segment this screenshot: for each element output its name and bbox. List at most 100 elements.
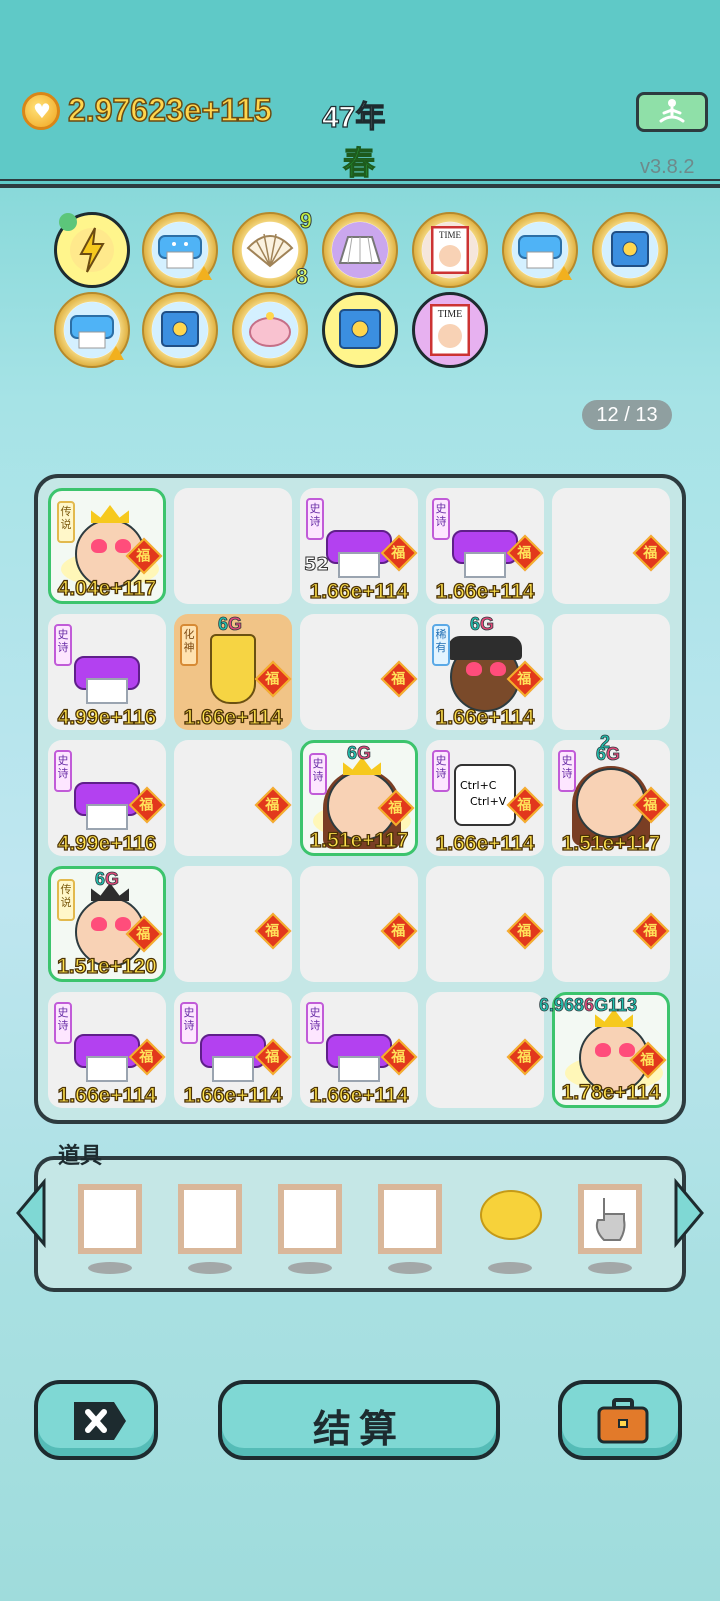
inventory-slot-skirt[interactable] <box>322 212 398 288</box>
version-label: v3.8.2 <box>640 156 695 178</box>
fortune-badge: 福 <box>254 786 292 824</box>
close-icon <box>74 1402 126 1440</box>
board-cell-empty[interactable] <box>552 614 670 730</box>
inventory-slot-time-magazine-2[interactable]: TIME <box>412 292 488 368</box>
board-cell[interactable]: 福 <box>174 740 292 856</box>
inventory-slot-safe[interactable] <box>592 212 668 288</box>
inventory-slot-printer[interactable] <box>142 212 218 288</box>
arrow-left-icon <box>16 1177 46 1249</box>
safe-icon <box>152 302 208 358</box>
rarity-tag-epic: 史诗 <box>54 624 72 666</box>
lightning-icon <box>70 227 114 273</box>
inventory-slot-lightning[interactable] <box>54 212 130 288</box>
warning-icon <box>196 266 212 280</box>
rarity-tag-epic: 史诗 <box>558 750 576 792</box>
fortune-badge: 福 <box>632 534 670 572</box>
cell-value: 4.99e+116 <box>57 831 157 855</box>
cell-value: 1.66e+114 <box>309 579 409 603</box>
rarity-tag-epic: 史诗 <box>309 753 327 795</box>
rarity-tag-epic: 史诗 <box>54 750 72 792</box>
warning-icon <box>556 266 572 280</box>
board-cell[interactable]: 史诗 福 4.99e+116 <box>48 740 166 856</box>
scroll-right-button[interactable] <box>672 1177 706 1249</box>
board-cell[interactable]: 福 <box>552 866 670 982</box>
board-cell[interactable]: 福 <box>552 488 670 604</box>
slot-shadow <box>588 1262 632 1274</box>
inventory-slot-printer-3[interactable] <box>54 292 130 368</box>
board-cell[interactable]: 福 <box>174 866 292 982</box>
board-cell[interactable]: 史诗 52 福 1.66e+114 <box>300 488 418 604</box>
cancel-button[interactable] <box>34 1380 158 1460</box>
board-cell[interactable]: 史诗 福 1.66e+114 <box>426 488 544 604</box>
fortune-badge: 福 <box>254 660 292 698</box>
scroll-left-button[interactable] <box>14 1177 48 1249</box>
rarity-tag-epic: 史诗 <box>432 498 450 540</box>
rarity-tag-god: 化神 <box>180 624 198 666</box>
board-cell[interactable]: 稀有 6G 福 1.66e+114 <box>426 614 544 730</box>
skirt-icon <box>332 222 388 278</box>
slot-shadow <box>288 1262 332 1274</box>
fortune-badge: 福 <box>506 912 544 950</box>
printer-character <box>70 648 144 704</box>
slot-shadow <box>188 1262 232 1274</box>
top-bar: ♥ 2.97623e+115 47年 春 v3.8.2 <box>0 0 720 188</box>
prop-slot-empty[interactable] <box>78 1184 142 1254</box>
gold-piggy-bank-icon[interactable] <box>480 1190 542 1240</box>
inventory-slot-piggy-bank[interactable] <box>232 292 308 368</box>
cell-value: 4.04e+117 <box>57 576 157 600</box>
piggy-bank-icon <box>242 302 298 358</box>
game-board: 传说 福 4.04e+117 史诗 52 福 1.66e+114 史诗 福 1.… <box>34 474 686 1124</box>
cell-value: 1.51e+120 <box>56 954 157 978</box>
cell-value: 1.66e+114 <box>435 831 535 855</box>
prop-slot-empty[interactable] <box>278 1184 342 1254</box>
board-cell[interactable]: 史诗 2 6G 福 1.51e+117 <box>552 732 670 856</box>
prop-slot-empty[interactable] <box>378 1184 442 1254</box>
rarity-tag-epic: 史诗 <box>54 1002 72 1044</box>
pin-icon <box>59 213 77 231</box>
slot-shadow <box>388 1262 432 1274</box>
cell-value: 1.78e+114 <box>561 1080 661 1104</box>
board-cell[interactable]: 6.9686G113 福 1.78e+114 <box>539 992 670 1108</box>
slot-shadow <box>88 1262 132 1274</box>
safe-icon <box>339 309 381 349</box>
fortune-badge: 福 <box>380 660 418 698</box>
settle-button[interactable]: 结算 <box>218 1380 500 1460</box>
pointing-hand-icon <box>595 1198 626 1241</box>
board-cell[interactable]: 传说 6G 福 1.51e+120 <box>48 866 166 982</box>
svg-text:TIME: TIME <box>438 309 462 320</box>
level-tag: 6G <box>596 744 621 765</box>
season-label: 春 <box>342 145 376 182</box>
board-cell[interactable]: 福 <box>426 866 544 982</box>
board-cell-empty[interactable] <box>174 488 292 604</box>
board-cell[interactable]: 史诗 6G 福 1.51e+117 <box>300 740 418 856</box>
fortune-badge: 福 <box>506 1038 544 1076</box>
time-magazine-icon: TIME <box>430 304 470 356</box>
board-cell[interactable]: 史诗 福 1.66e+114 <box>174 992 292 1108</box>
cell-value: 1.51e+117 <box>561 831 661 855</box>
board-cell[interactable]: 史诗 4.99e+116 <box>48 614 166 730</box>
board-cell[interactable]: 史诗 福 1.66e+114 <box>48 992 166 1108</box>
board-cell[interactable]: 史诗 福 1.66e+114 <box>300 992 418 1108</box>
inventory-slot-shell[interactable]: 9 8 <box>232 208 313 290</box>
prop-slot-hand[interactable] <box>578 1184 642 1254</box>
board-cell[interactable]: Ctrl+C Ctrl+V 史诗 福 1.66e+114 <box>426 740 544 856</box>
board-cell[interactable]: 福 <box>300 614 418 730</box>
board-cell[interactable]: 福 <box>426 992 544 1108</box>
inventory-slot-time-magazine[interactable]: TIME <box>412 212 488 288</box>
board-cell[interactable]: 传说 福 4.04e+117 <box>48 488 166 604</box>
svg-text:TIME: TIME <box>439 230 461 240</box>
inventory-slot-safe-2[interactable] <box>142 292 218 368</box>
value-overlay: 6.9686G113 <box>539 995 638 1016</box>
bag-button[interactable] <box>558 1380 682 1460</box>
fortune-badge: 福 <box>632 912 670 950</box>
board-cell[interactable]: 化神 6G 福 1.66e+114 <box>174 614 292 730</box>
inventory-slot-safe-3[interactable] <box>322 292 398 368</box>
prop-slot-empty[interactable] <box>178 1184 242 1254</box>
pointing-hand-character <box>210 634 256 704</box>
board-cell[interactable]: 福 <box>300 866 418 982</box>
year-label: 47年 <box>321 100 386 134</box>
cell-value: 1.66e+114 <box>183 705 283 729</box>
meditate-button[interactable] <box>636 92 708 132</box>
inventory-slot-printer-2[interactable] <box>502 212 578 288</box>
meditate-icon <box>659 99 685 123</box>
